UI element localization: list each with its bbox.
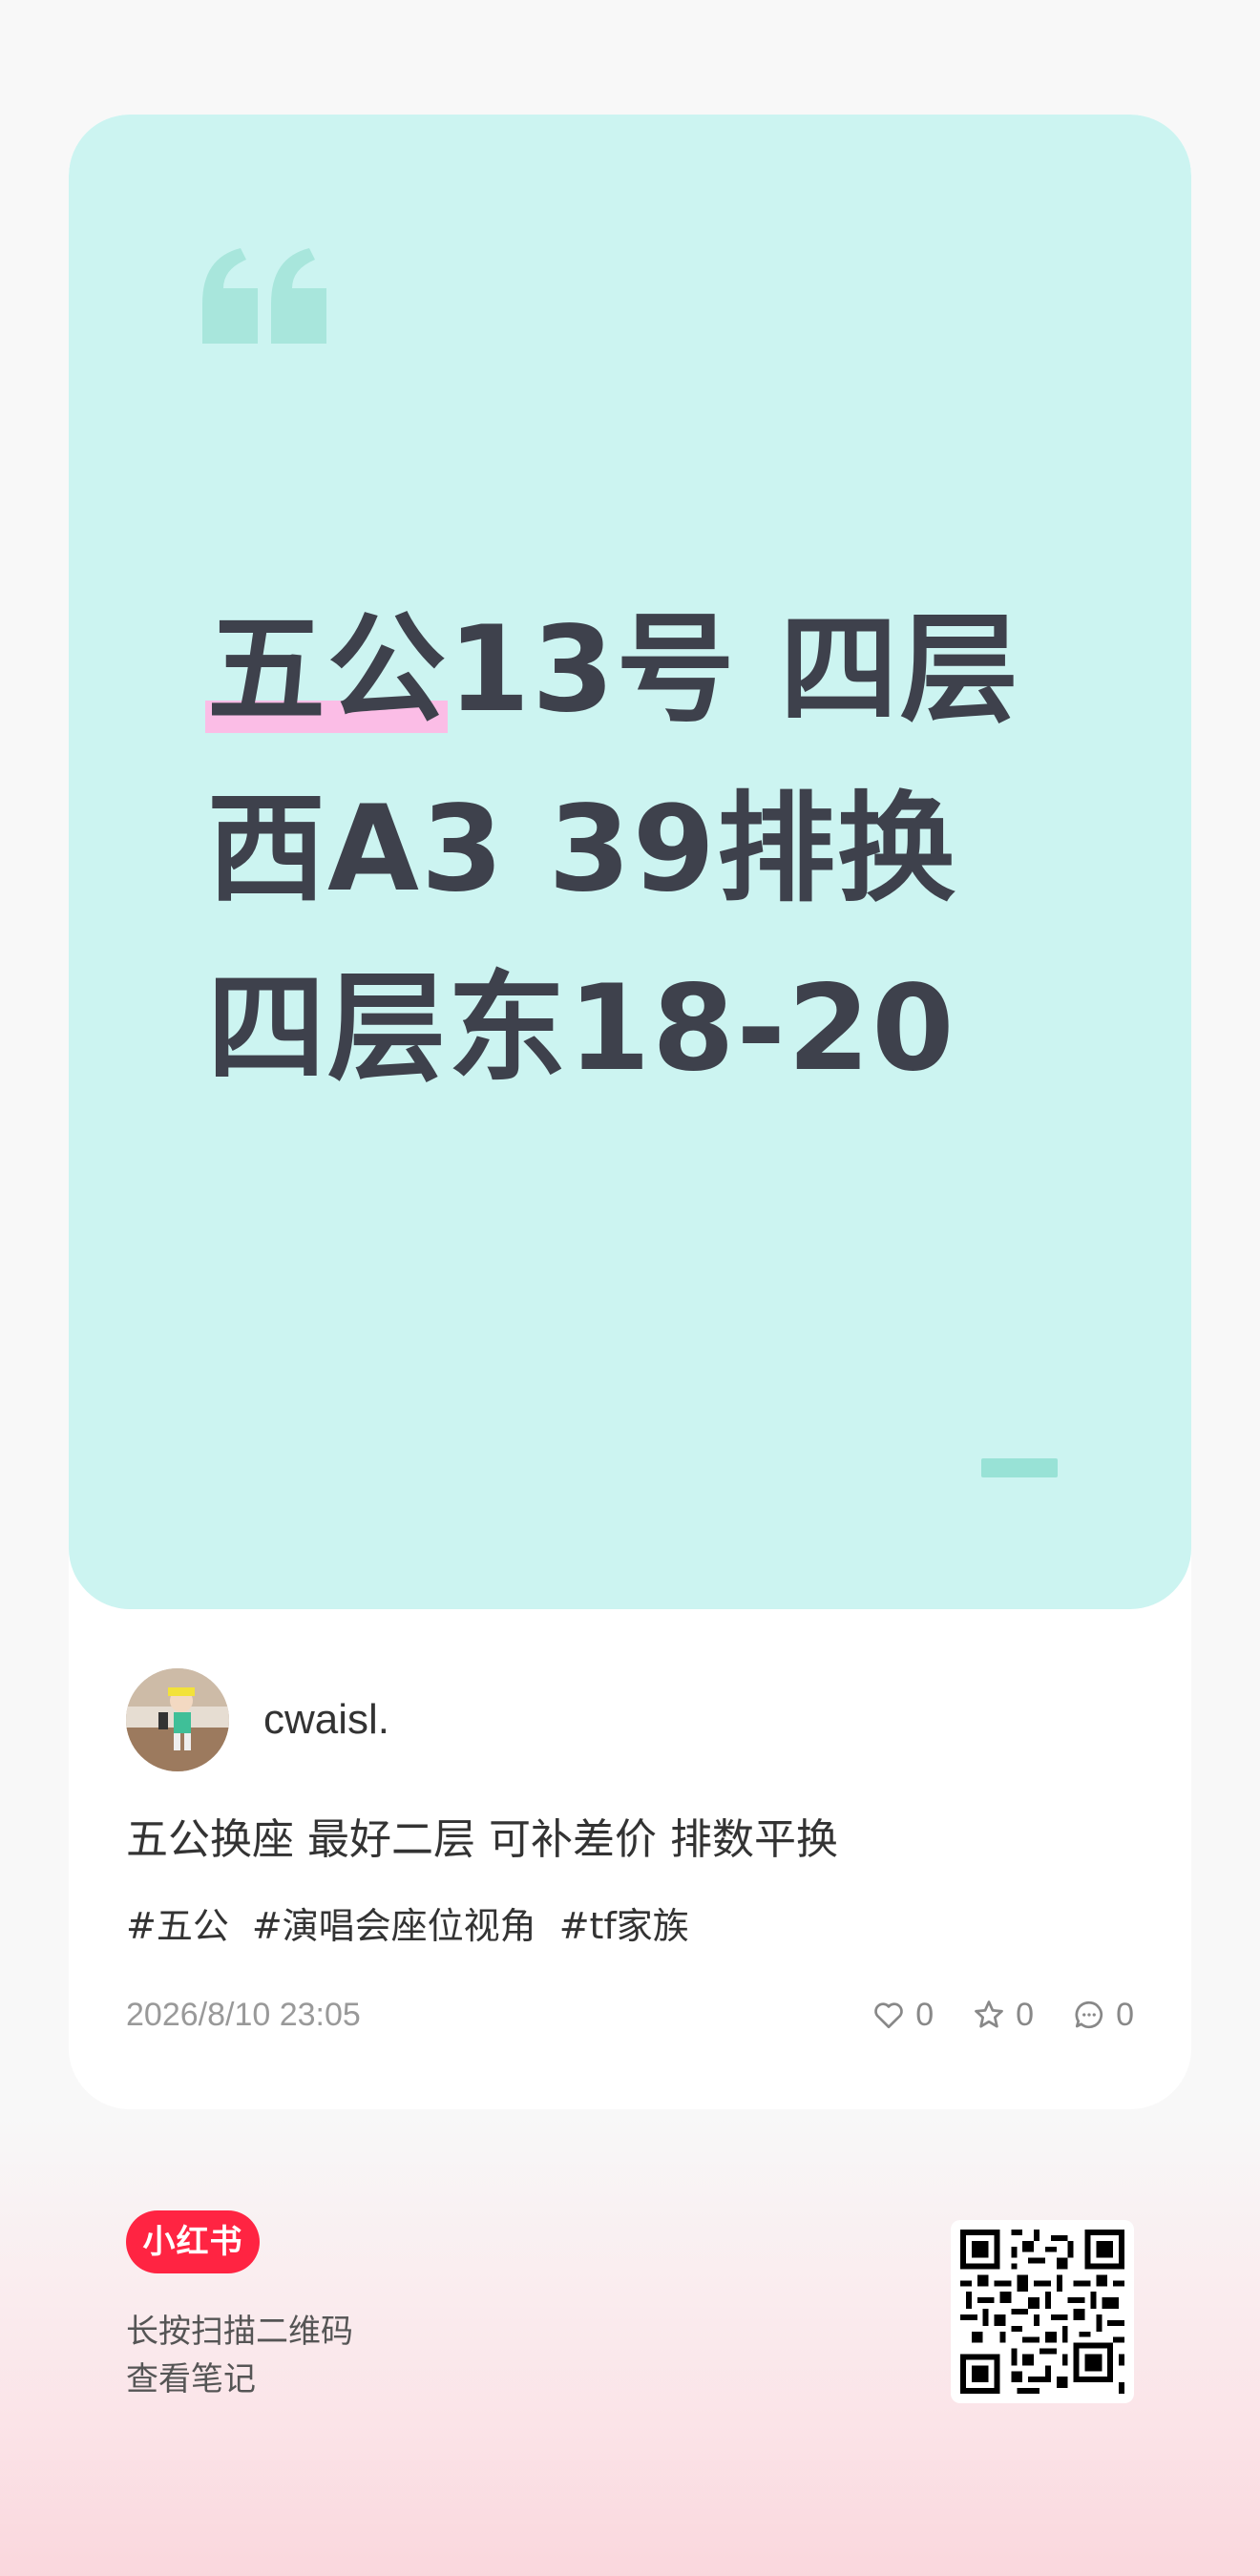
highlight-mark: 五公	[204, 580, 449, 760]
collect-count: 0	[1016, 1996, 1035, 2033]
scan-hint-line1: 长按扫描二维码	[126, 2313, 353, 2351]
note-cover[interactable]: 五公13号 四层 西A3 39排换 四层东18-20	[69, 115, 1191, 1609]
tag[interactable]: #五公	[126, 1905, 229, 1947]
tag[interactable]: #tf家族	[559, 1905, 689, 1947]
quote-icon	[202, 248, 326, 344]
like-count: 0	[915, 1996, 934, 2033]
tag[interactable]: #演唱会座位视角	[252, 1905, 536, 1947]
cover-line-2: 西A3 39排换	[207, 781, 957, 918]
decorative-dash	[981, 1458, 1058, 1477]
post-date: 2026/8/10 23:05	[126, 1997, 361, 2033]
author-name[interactable]: cwaisl.	[263, 1691, 389, 1749]
cover-text: 五公13号 四层 西A3 39排换 四层东18-20	[204, 580, 1143, 1119]
meta-row: 2026/8/10 23:05 0 0 0	[126, 1991, 1134, 2039]
comment-button[interactable]: 0	[1072, 1997, 1134, 2034]
tag-list: #五公 #演唱会座位视角 #tf家族	[126, 1901, 712, 1951]
qr-code[interactable]	[951, 2220, 1134, 2403]
star-icon	[975, 2000, 1004, 2028]
comment-icon	[1075, 2000, 1103, 2029]
scan-hint-line2: 查看笔记	[126, 2360, 256, 2398]
cover-line-1: 五公13号 四层	[204, 580, 1143, 760]
qr-code-icon	[960, 2230, 1124, 2394]
avatar[interactable]	[126, 1668, 229, 1771]
collect-button[interactable]: 0	[972, 1997, 1034, 2034]
cover-line-3: 四层东18-20	[207, 960, 956, 1098]
note-card[interactable]: 五公13号 四层 西A3 39排换 四层东18-20 cwaisl. 五公换座 …	[69, 115, 1191, 2109]
heart-icon	[874, 2002, 903, 2029]
stats: 0 0 0	[833, 1991, 1134, 2039]
note-title: 五公换座 最好二层 可补差价 排数平换	[126, 1815, 838, 1864]
like-button[interactable]: 0	[872, 1997, 934, 2034]
scan-hint: 长按扫描二维码 查看笔记	[126, 2308, 353, 2403]
xiaohongshu-logo: 小红书	[126, 2210, 260, 2273]
comment-count: 0	[1116, 1996, 1134, 2033]
